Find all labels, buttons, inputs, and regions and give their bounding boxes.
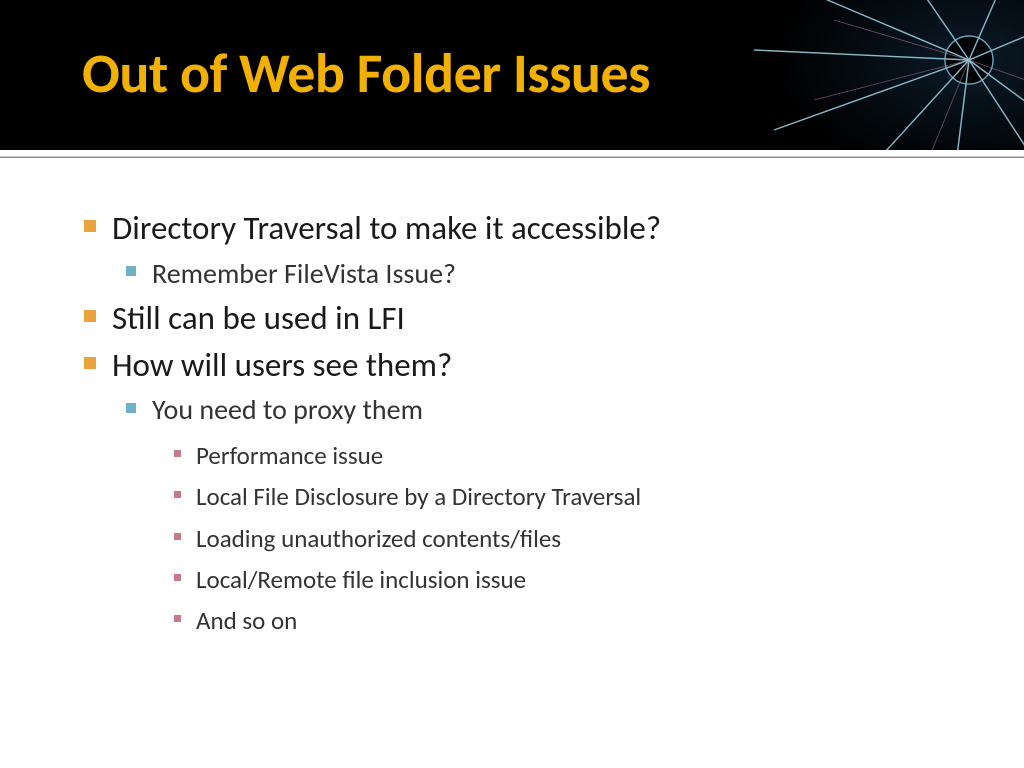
bullet-item: Local File Disclosure by a Directory Tra… — [166, 476, 964, 517]
bullet-list-level3: Performance issue Local File Disclosure … — [152, 435, 964, 641]
bullet-text: Local File Disclosure by a Directory Tra… — [196, 481, 641, 512]
shattered-glass-graphic — [744, 0, 1024, 150]
bullet-text: Performance issue — [196, 440, 383, 471]
slide: Out of Web Folder Issues — [0, 0, 1024, 768]
slide-title: Out of Web Folder Issues — [82, 40, 650, 108]
bullet-list-level2: Remember FileVista Issue? — [112, 255, 964, 293]
slide-body: Directory Traversal to make it accessibl… — [0, 158, 1024, 641]
bullet-item: Directory Traversal to make it accessibl… — [84, 206, 964, 292]
bullet-text: Remember FileVista Issue? — [152, 256, 456, 291]
bullet-item: Loading unauthorized contents/files — [166, 518, 964, 559]
bullet-item: You need to proxy them Performance issue… — [120, 391, 964, 641]
slide-header: Out of Web Folder Issues — [0, 0, 1024, 150]
bullet-text: Local/Remote file inclusion issue — [196, 564, 526, 595]
bullet-item: Still can be used in LFI — [84, 296, 964, 341]
bullet-item: Local/Remote file inclusion issue — [166, 559, 964, 600]
bullet-text: Still can be used in LFI — [112, 298, 405, 338]
bullet-item: Remember FileVista Issue? — [120, 255, 964, 293]
bullet-item: And so on — [166, 600, 964, 641]
bullet-text: How will users see them? — [112, 345, 452, 385]
bullet-item: How will users see them? You need to pro… — [84, 343, 964, 642]
bullet-text: You need to proxy them — [152, 392, 423, 427]
bullet-text: Directory Traversal to make it accessibl… — [112, 208, 661, 248]
bullet-list-level1: Directory Traversal to make it accessibl… — [84, 206, 964, 641]
bullet-list-level2: You need to proxy them Performance issue… — [112, 391, 964, 641]
bullet-text: Loading unauthorized contents/files — [196, 523, 561, 554]
bullet-text: And so on — [196, 605, 297, 636]
bullet-item: Performance issue — [166, 435, 964, 476]
